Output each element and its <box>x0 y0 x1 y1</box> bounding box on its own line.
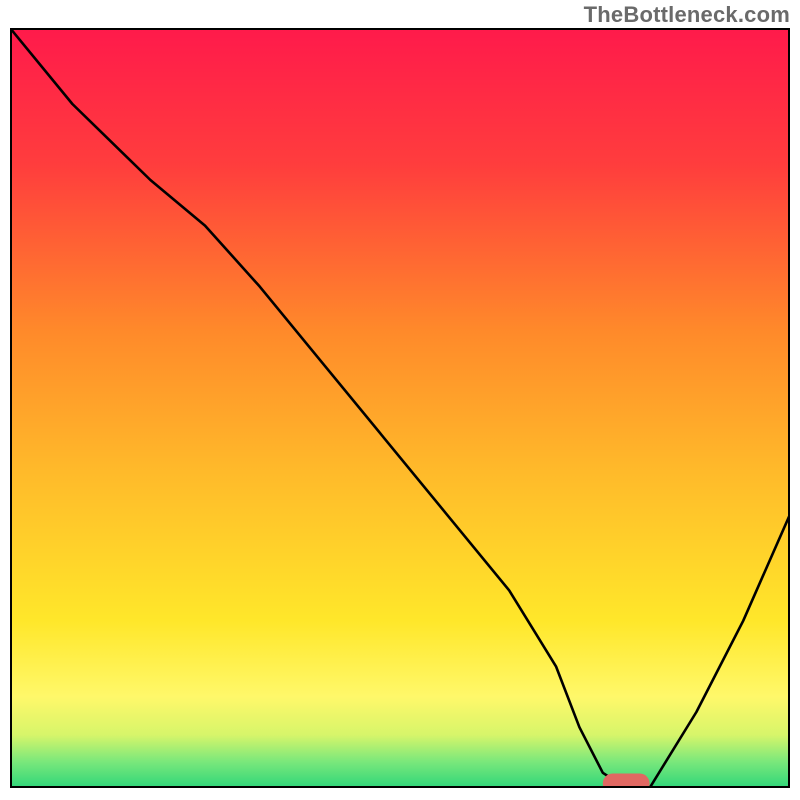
optimal-marker <box>603 774 650 788</box>
page-root: TheBottleneck.com <box>0 0 800 800</box>
watermark-text: TheBottleneck.com <box>584 2 790 28</box>
chart-container <box>10 28 790 788</box>
bottleneck-chart <box>10 28 790 788</box>
chart-marker-layer <box>603 774 650 788</box>
chart-background <box>10 28 790 788</box>
